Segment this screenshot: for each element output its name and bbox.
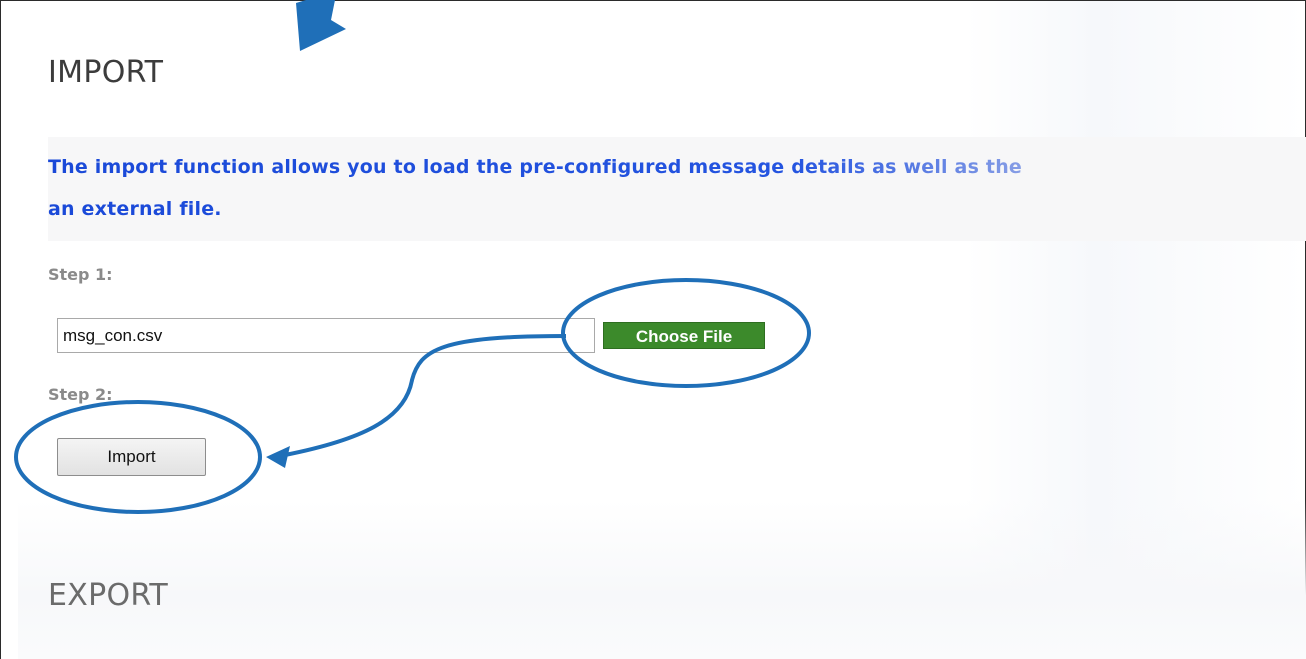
import-description-line-2: an external file. [48, 198, 222, 220]
import-description: The import function allows you to load t… [48, 146, 1288, 230]
choose-file-button[interactable]: Choose File [603, 322, 765, 349]
step-1-label: Step 1: [48, 265, 113, 284]
file-path-field[interactable]: msg_con.csv [57, 318, 595, 353]
step-2-label: Step 2: [48, 385, 113, 404]
import-button[interactable]: Import [57, 438, 206, 476]
export-section-title: EXPORT [48, 578, 168, 613]
import-description-line-1: The import function allows you to load t… [48, 156, 1023, 178]
import-section-title: IMPORT [48, 55, 164, 90]
